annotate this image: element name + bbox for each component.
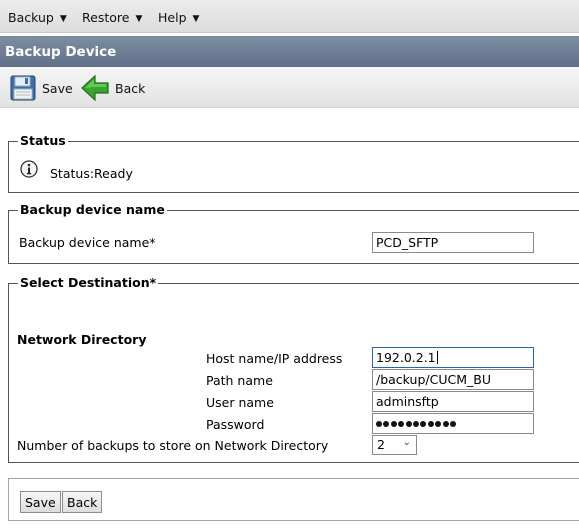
user-label: User name <box>206 395 274 410</box>
password-dot <box>427 421 434 427</box>
user-input[interactable]: adminsftp <box>372 391 534 412</box>
chevron-down-icon: ⌄ <box>402 437 411 448</box>
menu-bar: Backup ▼ Restore ▼ Help ▼ <box>0 0 579 33</box>
password-label: Password <box>206 417 265 432</box>
info-icon <box>20 160 38 178</box>
page-title: Backup Device <box>0 36 579 67</box>
device-name-input[interactable]: PCD_SFTP <box>372 232 534 253</box>
floppy-disk-icon <box>10 75 36 101</box>
save-button[interactable]: Save <box>20 491 61 513</box>
password-input[interactable] <box>372 413 534 434</box>
menu-help[interactable]: Help ▼ <box>158 10 199 25</box>
password-mask <box>376 416 457 431</box>
password-dot <box>442 421 449 427</box>
network-directory-title: Network Directory <box>17 332 147 347</box>
password-dot <box>420 421 427 427</box>
menu-restore-label: Restore <box>82 10 130 25</box>
device-name-section: Backup device name Backup device name* P… <box>8 202 579 264</box>
destination-section: Select Destination* Network Directory Ho… <box>8 275 579 463</box>
toolbar-back-button[interactable]: Back <box>80 67 150 108</box>
toolbar: Save Back <box>0 67 579 108</box>
status-legend: Status <box>18 133 68 148</box>
back-arrow-icon <box>81 74 109 102</box>
password-dot <box>376 421 382 427</box>
host-value: 192.0.2.1 <box>376 350 436 365</box>
backups-count-value: 2 <box>377 437 385 452</box>
toolbar-save-button[interactable]: Save <box>8 67 74 108</box>
status-text: Status:Ready <box>50 166 133 181</box>
password-dot <box>383 421 390 427</box>
backups-count-label: Number of backups to store on Network Di… <box>17 438 329 453</box>
host-label: Host name/IP address <box>206 351 343 366</box>
menu-backup-label: Backup <box>8 10 54 25</box>
bottom-action-bar: Save Back <box>8 478 579 521</box>
path-label: Path name <box>206 373 273 388</box>
menu-help-label: Help <box>158 10 187 25</box>
password-dot <box>390 421 397 427</box>
destination-legend: Select Destination* <box>18 275 159 290</box>
toolbar-save-label: Save <box>42 81 73 96</box>
path-input[interactable]: /backup/CUCM_BU <box>372 369 534 390</box>
status-section: Status Status:Ready <box>8 133 579 193</box>
chevron-down-icon: ▼ <box>59 14 67 24</box>
device-name-legend: Backup device name <box>18 202 167 217</box>
chevron-down-icon: ▼ <box>192 14 200 24</box>
back-button[interactable]: Back <box>62 491 103 513</box>
chevron-down-icon: ▼ <box>135 14 143 24</box>
toolbar-back-label: Back <box>115 81 146 96</box>
password-dot <box>405 421 412 427</box>
password-dot <box>412 421 419 427</box>
host-input[interactable]: 192.0.2.1 <box>372 347 534 368</box>
password-dot <box>449 421 456 427</box>
menu-backup[interactable]: Backup ▼ <box>8 10 67 25</box>
password-dot <box>398 421 405 427</box>
backups-count-select[interactable]: 2 ⌄ <box>372 435 417 455</box>
text-cursor <box>436 351 438 364</box>
password-dot <box>435 421 442 427</box>
device-name-label: Backup device name* <box>19 235 156 250</box>
menu-restore[interactable]: Restore ▼ <box>82 10 142 25</box>
